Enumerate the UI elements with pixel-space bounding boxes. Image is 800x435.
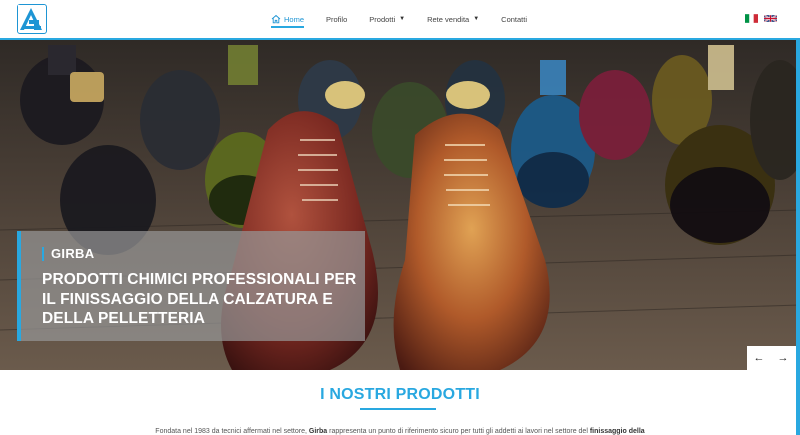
scrollbar[interactable]: [796, 40, 800, 435]
intro-brand: Girba: [308, 428, 328, 435]
nav-prodotti-label: Prodotti: [369, 14, 396, 24]
nav-rete-vendita[interactable]: Rete vendita ▼: [427, 0, 479, 38]
nav-profilo-label: Profilo: [326, 14, 348, 24]
section-title: I NOSTRI PRODOTTI: [320, 386, 480, 403]
main-nav: Home Profilo Prodotti ▼ Rete vendita ▼ C…: [271, 0, 549, 38]
nav-prodotti[interactable]: Prodotti ▼: [369, 0, 405, 38]
intro-text-2: rappresenta un punto di riferimento sicu…: [327, 428, 590, 435]
uk-flag-icon[interactable]: [764, 14, 777, 23]
section-divider: [360, 408, 436, 410]
nav-rete-vendita-label: Rete vendita: [427, 14, 470, 24]
nav-contatti-label: Contatti: [501, 14, 528, 24]
slider-prev-button[interactable]: ←: [747, 346, 771, 370]
italian-flag-icon[interactable]: [745, 14, 758, 23]
language-switcher: [745, 14, 777, 23]
nav-contatti[interactable]: Contatti: [501, 0, 527, 38]
chevron-down-icon: ▼: [399, 16, 406, 22]
girba-logo[interactable]: [17, 4, 47, 34]
home-icon: [271, 14, 281, 24]
section-intro: Fondata nel 1983 da tecnici affermati ne…: [0, 428, 800, 435]
nav-home[interactable]: Home: [271, 0, 305, 38]
chevron-down-icon: ▼: [473, 16, 480, 22]
hero-caption: GIRBA PRODOTTI CHIMICI PROFESSIONALI PER…: [17, 231, 365, 341]
hero-brand: GIRBA: [42, 247, 94, 261]
nav-home-label: Home: [284, 14, 305, 24]
nav-profilo[interactable]: Profilo: [326, 0, 347, 38]
site-header: Home Profilo Prodotti ▼ Rete vendita ▼ C…: [0, 0, 800, 40]
slider-next-button[interactable]: →: [771, 346, 795, 370]
logo-icon: [18, 5, 45, 32]
intro-text-1: Fondata nel 1983 da tecnici affermati ne…: [155, 428, 309, 435]
slider-controls: ← →: [747, 346, 796, 370]
hero-title: PRODOTTI CHIMICI PROFESSIONALI PER IL FI…: [42, 271, 357, 327]
intro-bold: finissaggio della: [589, 428, 645, 435]
